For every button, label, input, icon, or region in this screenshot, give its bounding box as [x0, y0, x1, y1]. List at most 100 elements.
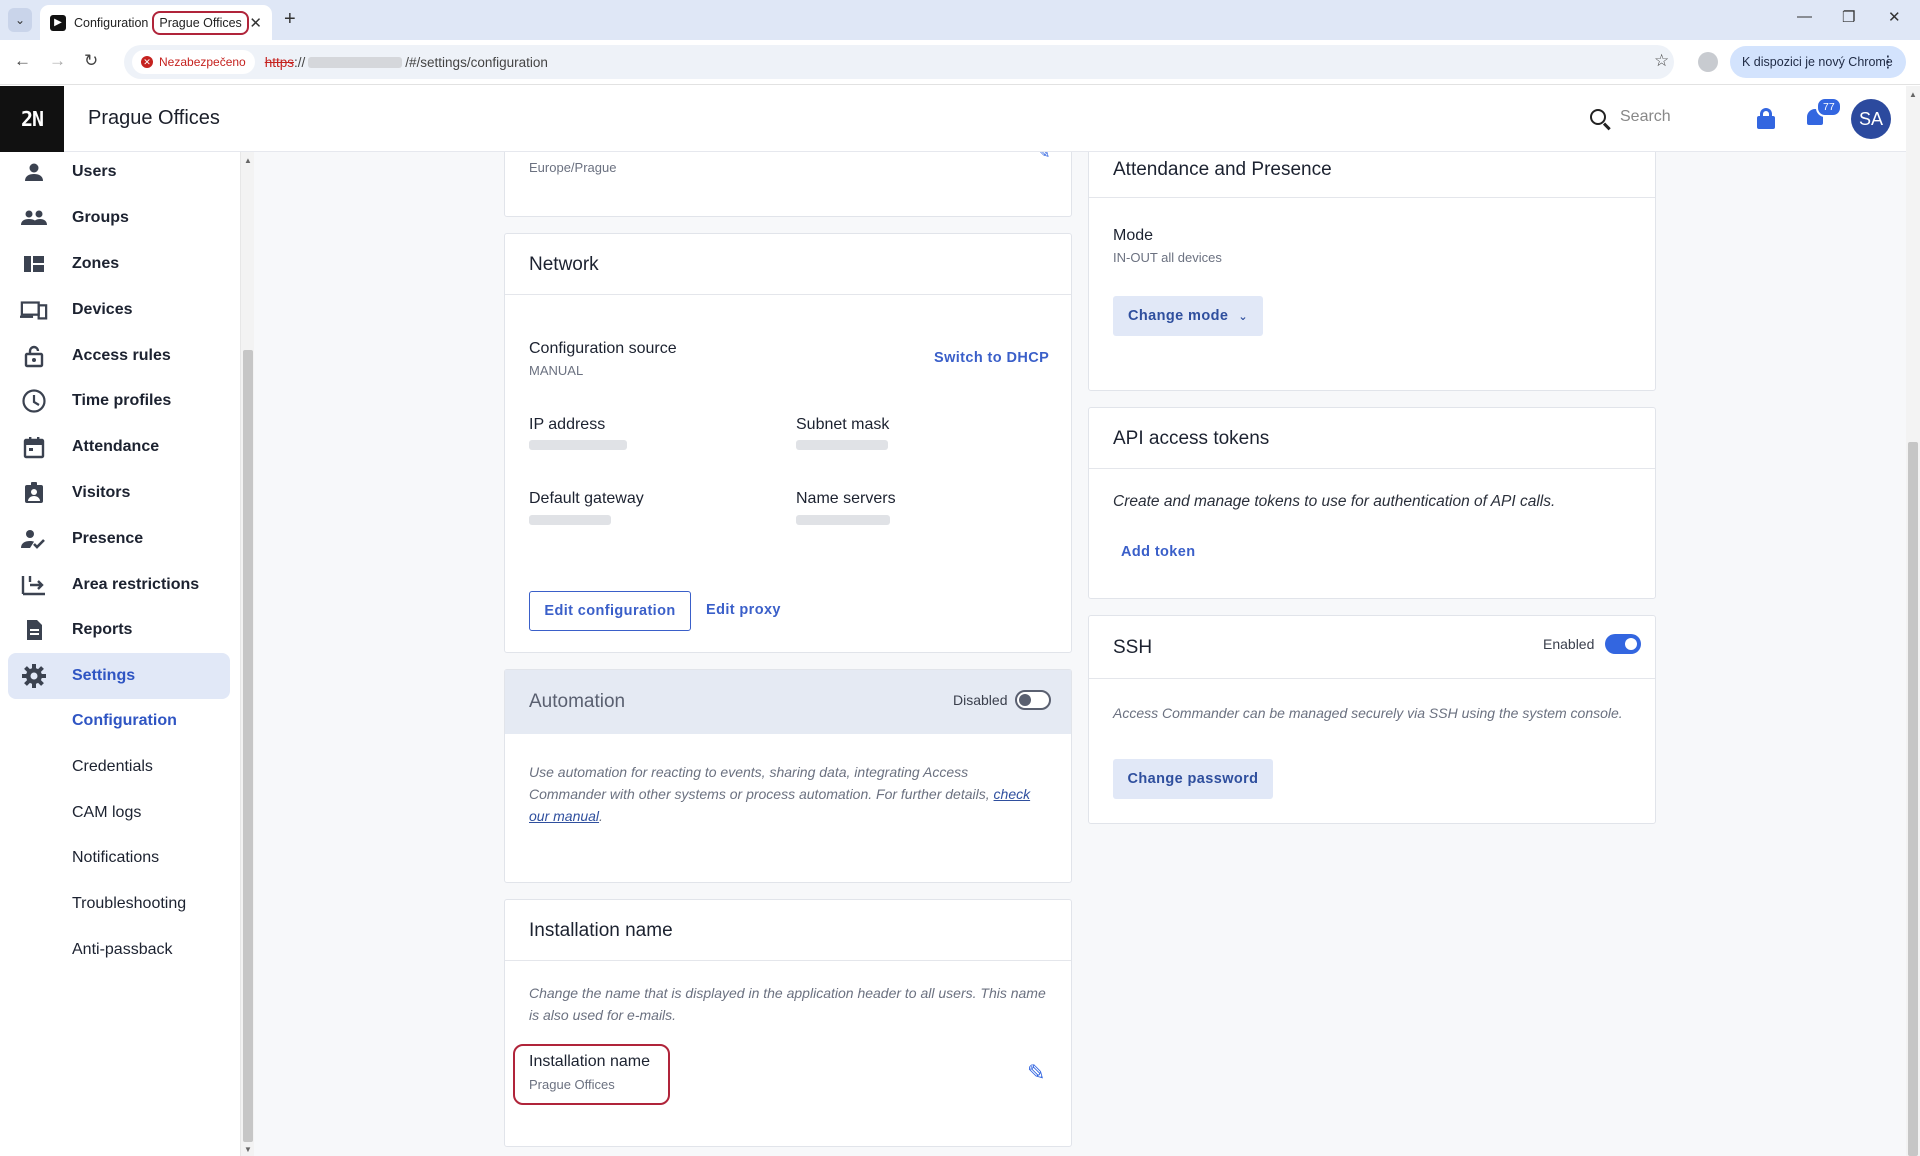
scroll-up-arrow-icon[interactable]: ▲ [244, 156, 252, 165]
change-mode-button[interactable]: Change mode ⌄ [1113, 296, 1263, 336]
notification-count-badge: 77 [1816, 97, 1842, 117]
sidebar-subitem-cam-logs[interactable]: CAM logs [8, 790, 230, 836]
window-close-icon[interactable]: ✕ [1888, 8, 1901, 26]
divider [1089, 678, 1655, 679]
change-password-button[interactable]: Change password [1113, 759, 1273, 799]
minimize-icon[interactable]: — [1797, 8, 1812, 25]
reload-icon[interactable]: ↻ [84, 51, 98, 71]
scroll-up-arrow-icon[interactable]: ▲ [1909, 90, 1917, 99]
browser-tab-strip: ⌄ ▶ Configuration Prague Offices ✕ + — ❐ … [0, 0, 1920, 40]
name-servers-label: Name servers [796, 490, 896, 507]
sidebar-scroll-thumb[interactable] [243, 350, 253, 1142]
sidebar-subitem-troubleshooting[interactable]: Troubleshooting [8, 881, 230, 927]
add-token-link[interactable]: Add token [1121, 544, 1196, 560]
attendance-title: Attendance and Presence [1113, 159, 1332, 180]
forward-icon[interactable]: → [49, 51, 66, 71]
ssh-toggle-label: Enabled [1543, 636, 1595, 652]
sidebar-item-label: Groups [72, 209, 129, 226]
sidebar-item-access-rules[interactable]: Access rules [8, 333, 230, 379]
search-placeholder[interactable]: Search [1620, 108, 1671, 126]
url-text[interactable]: https:// /#/settings/configuration [265, 55, 548, 70]
new-tab-button[interactable]: + [284, 8, 296, 31]
switch-to-dhcp-link[interactable]: Switch to DHCP [934, 350, 1049, 366]
sidebar-nav: Users Groups Zones Devices Access rules Time … [0, 152, 240, 1156]
kebab-menu-icon[interactable]: ⋮ [1880, 52, 1896, 72]
back-icon[interactable]: ← [14, 51, 31, 71]
chrome-update-button[interactable]: K dispozici je nový Chrome ⋮ [1730, 46, 1906, 78]
sidebar-subitem-label: Troubleshooting [72, 895, 187, 912]
sidebar-item-devices[interactable]: Devices [8, 287, 230, 333]
address-bar[interactable]: ✕ Nezabezpečeno https:// /#/settings/conf… [124, 45, 1674, 79]
edit-configuration-button[interactable]: Edit configuration [529, 591, 691, 631]
sidebar-subitem-configuration[interactable]: Configuration [8, 698, 230, 744]
api-tokens-card: API access tokens Create and manage toke… [1088, 407, 1656, 599]
url-path: /#/settings/configuration [405, 54, 548, 70]
user-avatar[interactable]: SA [1851, 99, 1891, 139]
scroll-down-arrow-icon[interactable]: ▼ [244, 1145, 252, 1154]
sidebar-item-zones[interactable]: Zones [8, 241, 230, 287]
sidebar-scrollbar[interactable]: ▲ ▼ [240, 152, 254, 1156]
sidebar-item-label: Users [72, 163, 117, 180]
zones-icon [20, 250, 48, 278]
sidebar-item-area-restrictions[interactable]: Area restrictions [8, 562, 230, 608]
sidebar-subitem-credentials[interactable]: Credentials [8, 744, 230, 790]
edit-proxy-link[interactable]: Edit proxy [706, 602, 781, 618]
network-title: Network [529, 254, 599, 275]
sidebar-item-label: Zones [72, 255, 120, 272]
automation-toggle-label: Disabled [953, 692, 1008, 708]
sidebar-item-presence[interactable]: Presence [8, 516, 230, 562]
extension-icon[interactable] [1698, 52, 1718, 72]
lock-icon[interactable] [1757, 108, 1775, 129]
calendar-icon [20, 433, 48, 461]
sidebar-item-attendance[interactable]: Attendance [8, 424, 230, 470]
sidebar-item-time-profiles[interactable]: Time profiles [8, 378, 230, 424]
automation-text: Use automation for reacting to events, s… [529, 764, 990, 802]
sidebar-item-visitors[interactable]: Visitors [8, 470, 230, 516]
name-servers-value-redacted [796, 515, 890, 525]
change-mode-label: Change mode [1128, 308, 1229, 324]
page-scroll-thumb[interactable] [1908, 442, 1918, 1156]
sidebar-item-label: Area restrictions [72, 576, 200, 593]
sidebar-subitem-label: CAM logs [72, 804, 142, 821]
ssh-toggle[interactable] [1605, 634, 1641, 654]
search-icon [1590, 109, 1606, 125]
sidebar-item-reports[interactable]: Reports [8, 607, 230, 653]
config-source-value: MANUAL [529, 363, 584, 378]
divider [505, 960, 1071, 961]
sidebar-subitem-notifications[interactable]: Notifications [8, 835, 230, 881]
automation-toggle[interactable] [1015, 690, 1051, 710]
divider [1089, 197, 1655, 198]
search-box[interactable]: Search [1590, 108, 1671, 126]
tab-search-dropdown[interactable]: ⌄ [8, 8, 32, 32]
bookmark-star-icon[interactable]: ☆ [1654, 51, 1669, 71]
page-scrollbar[interactable]: ▲ [1906, 86, 1920, 1156]
default-gateway-label: Default gateway [529, 490, 644, 507]
installation-name-value: Prague Offices [529, 1077, 615, 1092]
ssh-card: SSH Enabled Access Commander can be mana… [1088, 615, 1656, 824]
edit-pencil-icon[interactable]: ✎ [1027, 1060, 1045, 1086]
browser-toolbar: ← → ↻ ✕ Nezabezpečeno https:// /#/setting… [0, 40, 1920, 85]
automation-text-end: . [599, 808, 603, 824]
chrome-update-label: K dispozici je nový Chrome [1742, 55, 1893, 69]
edit-pencil-icon[interactable]: ✎ [1037, 152, 1050, 163]
insecure-badge[interactable]: ✕ Nezabezpečeno [132, 50, 255, 74]
restore-icon[interactable]: ❐ [1842, 8, 1855, 26]
sidebar-item-settings[interactable]: Settings [8, 653, 230, 699]
user-icon [20, 158, 48, 186]
tab-close-icon[interactable]: ✕ [249, 14, 262, 32]
tab-title: Configuration Prague Offices [74, 10, 249, 35]
sidebar-item-groups[interactable]: Groups [8, 195, 230, 241]
browser-tab[interactable]: ▶ Configuration Prague Offices ✕ [40, 5, 272, 40]
subnet-mask-label: Subnet mask [796, 416, 890, 433]
2n-logo[interactable]: 2N [0, 86, 64, 152]
installation-name-label: Installation name [529, 1053, 650, 1070]
ip-address-value-redacted [529, 440, 627, 450]
sidebar-item-users[interactable]: Users [8, 152, 230, 195]
clock-icon [20, 387, 48, 415]
url-host-redacted [308, 56, 403, 68]
timezone-card: Europe/Prague ✎ [504, 152, 1072, 217]
groups-icon [20, 204, 48, 232]
sidebar-subitem-anti-passback[interactable]: Anti-passback [8, 927, 230, 973]
divider [505, 294, 1071, 295]
notifications-bell-icon[interactable]: 77 [1804, 97, 1842, 130]
